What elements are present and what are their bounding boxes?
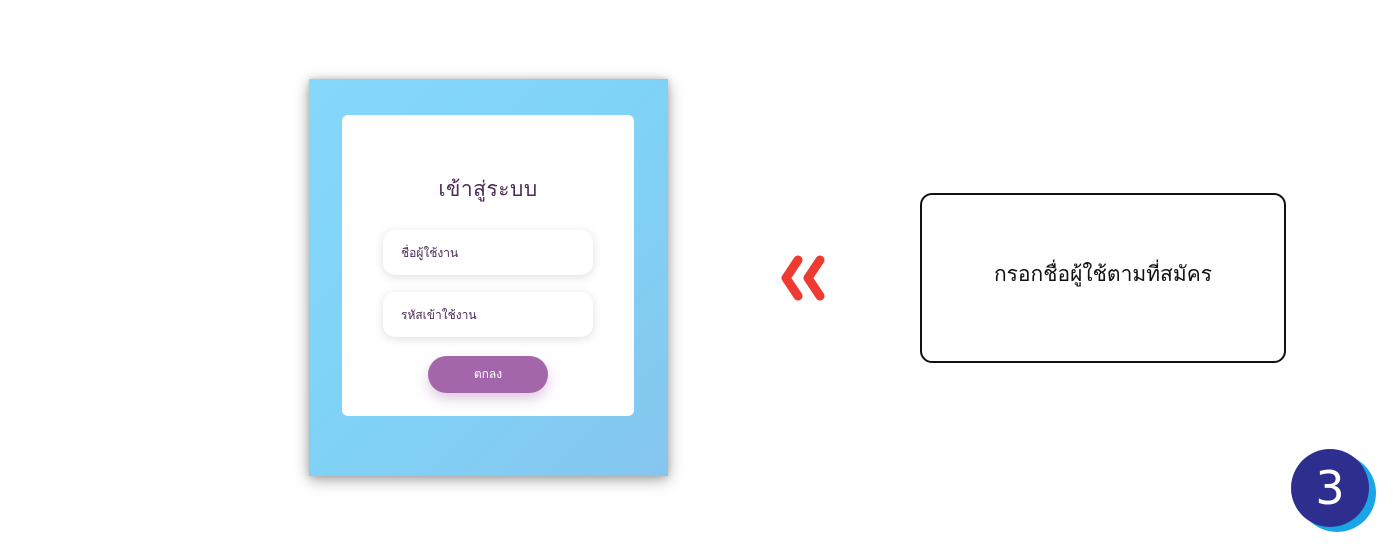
login-card: เข้าสู่ระบบ ตกลง — [342, 115, 634, 416]
login-title: เข้าสู่ระบบ — [438, 177, 538, 201]
double-chevron-left-icon — [781, 255, 825, 301]
step-number: 3 — [1291, 449, 1369, 527]
instruction-box: กรอกชื่อผู้ใช้ตามที่สมัคร — [920, 193, 1286, 363]
password-input[interactable] — [383, 292, 593, 337]
instruction-text: กรอกชื่อผู้ใช้ตามที่สมัคร — [993, 261, 1213, 286]
submit-button[interactable]: ตกลง — [428, 356, 548, 393]
step-badge: 3 — [1290, 448, 1378, 534]
username-input[interactable] — [383, 230, 593, 275]
